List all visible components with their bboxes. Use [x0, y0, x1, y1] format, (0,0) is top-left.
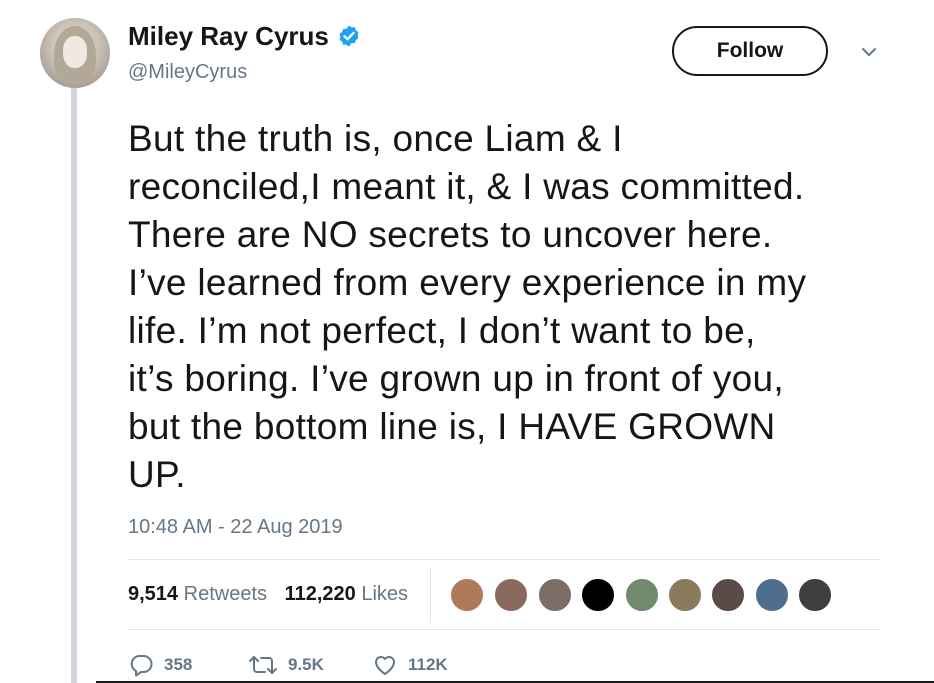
liker-avatar-7[interactable] [710, 577, 746, 613]
reply-count: 358 [164, 655, 193, 674]
user-handle[interactable]: @MileyCyrus [128, 61, 247, 84]
retweet-count: 9.5K [288, 655, 324, 674]
likes-count: 112,220 [284, 583, 356, 605]
likes-label: Likes [361, 583, 409, 605]
like-button[interactable]: 112K [372, 653, 448, 677]
divider-top [128, 559, 880, 560]
verified-badge-icon [339, 25, 359, 47]
liker-avatar-6[interactable] [667, 577, 703, 613]
stats-separator [430, 567, 431, 623]
liker-avatar-9[interactable] [797, 577, 833, 613]
tweet-line: it’s boring. I’ve grown up in front of y… [128, 358, 784, 399]
divider-bottom [128, 629, 880, 630]
liker-avatar-3[interactable] [537, 577, 573, 613]
avatar-face [63, 36, 87, 68]
like-count: 112K [408, 655, 448, 674]
follow-button[interactable]: Follow [672, 26, 828, 76]
retweet-icon [249, 656, 277, 674]
reply-icon [130, 655, 153, 677]
retweets-count: 9,514 [128, 583, 179, 605]
tweet-line: I’ve learned from every experience in my [128, 262, 807, 303]
tweet-stats: 9,514 Retweets 112,220 Likes [128, 583, 408, 606]
retweets-stat[interactable]: 9,514 Retweets [128, 583, 267, 605]
avatar[interactable] [40, 18, 110, 88]
tweet-line: but the bottom line is, I HAVE GROWN [128, 406, 776, 447]
reply-button[interactable]: 358 [128, 653, 192, 677]
tweet-text: But the truth is, once Liam & I reconcil… [128, 115, 918, 499]
liker-avatar-1[interactable] [449, 577, 485, 613]
chevron-down-icon[interactable] [859, 42, 879, 62]
likes-stat[interactable]: 112,220 Likes [285, 583, 408, 605]
thread-line [71, 88, 77, 683]
tweet-line: But the truth is, once Liam & I [128, 118, 623, 159]
heart-icon [375, 656, 395, 675]
liker-avatar-5[interactable] [624, 577, 660, 613]
tweet-line: There are NO secrets to uncover here. [128, 214, 773, 255]
tweet-timestamp[interactable]: 10:48 AM - 22 Aug 2019 [128, 516, 343, 539]
retweet-button[interactable]: 9.5K [248, 653, 324, 677]
tweet-line: life. I’m not perfect, I don’t want to b… [128, 310, 756, 351]
tweet-line: reconciled,I meant it, & I was committed… [128, 166, 805, 207]
retweets-label: Retweets [183, 583, 267, 605]
liker-avatar-2[interactable] [493, 577, 529, 613]
tweet-line: UP. [128, 454, 186, 495]
liker-avatar-8[interactable] [754, 577, 790, 613]
liker-avatar-4[interactable] [580, 577, 616, 613]
display-name[interactable]: Miley Ray Cyrus [128, 21, 329, 52]
